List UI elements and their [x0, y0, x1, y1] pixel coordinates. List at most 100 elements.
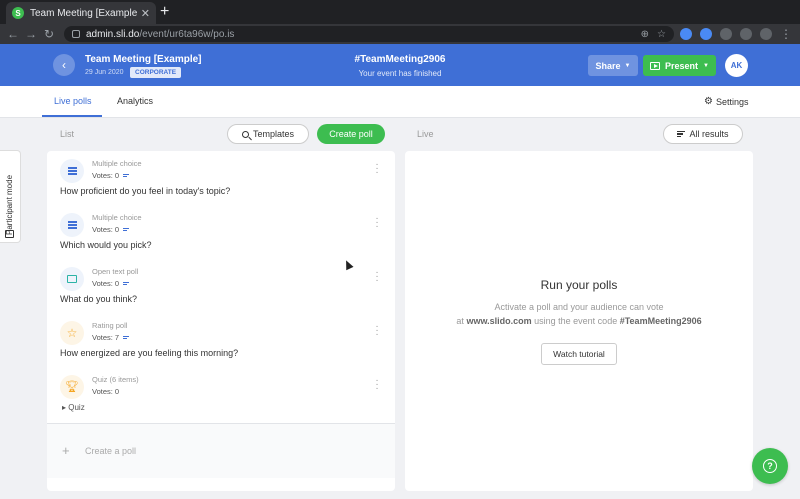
more-options-icon[interactable]: · · ·	[374, 322, 380, 340]
chevron-down-icon: ▼	[703, 62, 709, 69]
extension-icon[interactable]	[700, 28, 712, 40]
settings-button[interactable]: ⚙ Settings	[704, 96, 749, 107]
slido-favicon-icon: S	[12, 7, 24, 19]
poll-item[interactable]: Multiple choice Votes: 0 Which would you…	[47, 205, 395, 259]
gear-icon: ⚙	[704, 96, 713, 107]
templates-button[interactable]: Templates	[227, 124, 309, 144]
browser-menu-icon[interactable]: ⋮	[780, 28, 792, 40]
poll-list: Multiple choice Votes: 0 How proficient …	[47, 151, 395, 491]
poll-votes: Votes: 0	[92, 225, 130, 234]
trophy-icon: 🏆︎	[60, 375, 84, 399]
browser-tab-bar: S Team Meeting [Example] ✕ +	[0, 0, 800, 24]
all-results-button[interactable]: All results	[663, 124, 743, 144]
share-button[interactable]: Share ▼	[588, 55, 638, 76]
results-list-icon	[677, 130, 686, 138]
empty-state-description-line2: at www.slido.com using the event code #T…	[456, 316, 702, 326]
more-options-icon[interactable]: · · ·	[374, 214, 380, 232]
poll-type: Multiple choice	[92, 159, 142, 168]
browser-tab-title: Team Meeting [Example]	[30, 7, 137, 19]
close-tab-icon[interactable]: ✕	[141, 7, 150, 20]
watch-tutorial-button[interactable]: Watch tutorial	[541, 343, 617, 365]
puzzle-extensions-icon[interactable]	[740, 28, 752, 40]
event-title: Team Meeting [Example]	[85, 54, 202, 65]
live-section-label: Live	[417, 129, 434, 139]
star-icon: ☆	[60, 321, 84, 345]
quiz-expand-toggle[interactable]: ▸ Quiz	[62, 403, 85, 412]
results-bars-icon	[123, 336, 130, 339]
settings-label: Settings	[715, 96, 749, 107]
tab-analytics[interactable]: Analytics	[117, 96, 153, 106]
poll-type: Multiple choice	[92, 213, 142, 222]
poll-votes: Votes: 7	[92, 333, 130, 342]
poll-question: What do you think?	[60, 294, 138, 304]
profile-icon[interactable]	[760, 28, 772, 40]
all-results-label: All results	[689, 129, 729, 139]
create-poll-button[interactable]: Create poll	[317, 124, 385, 144]
participant-mode-toggle[interactable]: Participant mode	[0, 150, 21, 243]
sub-navigation: Live polls Analytics ⚙ Settings	[0, 86, 800, 118]
install-app-icon[interactable]: ⊕	[641, 29, 649, 40]
event-status: Your event has finished	[358, 69, 442, 78]
present-screen-icon	[650, 61, 660, 70]
chat-icon	[60, 267, 84, 291]
poll-item[interactable]: Multiple choice Votes: 0 How proficient …	[47, 151, 395, 205]
results-bars-icon	[123, 282, 130, 285]
empty-state-title: Run your polls	[540, 278, 618, 292]
search-icon	[241, 130, 249, 138]
address-bar[interactable]: admin.sli.do/event/ur6ta96w/po.is ⊕ ☆	[64, 26, 674, 42]
new-tab-button[interactable]: +	[160, 3, 169, 21]
url-path: /event/ur6ta96w/po.is	[139, 28, 235, 40]
poll-votes: Votes: 0	[92, 279, 130, 288]
more-options-icon[interactable]: · · ·	[374, 160, 380, 178]
list-icon	[60, 159, 84, 183]
poll-question: How proficient do you feel in today's to…	[60, 186, 231, 196]
plan-badge: CORPORATE	[130, 67, 182, 78]
poll-votes: Votes: 0	[92, 387, 120, 396]
results-bars-icon	[123, 174, 130, 177]
reload-icon[interactable]: ↻	[40, 27, 58, 41]
more-options-icon[interactable]: · · ·	[374, 268, 380, 286]
live-poll-panel: Run your polls Activate a poll and your …	[405, 151, 753, 491]
extension-icon[interactable]	[720, 28, 732, 40]
event-date: 29 Jun 2020	[85, 69, 124, 76]
active-tab-indicator	[42, 115, 102, 117]
poll-type: Open text poll	[92, 267, 139, 276]
bookmark-star-icon[interactable]: ☆	[657, 29, 666, 40]
list-section-label: List	[60, 129, 75, 139]
templates-button-label: Templates	[252, 129, 295, 139]
lock-icon	[72, 30, 80, 38]
list-icon	[60, 213, 84, 237]
share-button-label: Share	[595, 60, 621, 71]
present-button[interactable]: Present ▼	[643, 55, 716, 76]
create-poll-row-label: Create a poll	[85, 446, 137, 456]
results-bars-icon	[123, 228, 130, 231]
avatar[interactable]: AK	[725, 54, 748, 77]
plus-icon: +	[62, 443, 70, 458]
poll-item[interactable]: ☆ Rating poll Votes: 7 How energized are…	[47, 313, 395, 367]
forward-arrow-icon[interactable]: →	[22, 27, 40, 41]
back-button[interactable]: ‹	[53, 54, 75, 76]
back-arrow-icon[interactable]: ←	[4, 27, 22, 41]
poll-item[interactable]: Open text poll Votes: 0 What do you thin…	[47, 259, 395, 313]
poll-type: Rating poll	[92, 321, 128, 330]
chevron-down-icon: ▼	[624, 62, 631, 69]
create-poll-row[interactable]: + Create a poll	[47, 423, 395, 478]
event-header: ‹ Team Meeting [Example] 29 Jun 2020 COR…	[0, 44, 800, 86]
poll-question: Which would you pick?	[60, 240, 152, 250]
poll-votes: Votes: 0	[92, 171, 130, 180]
poll-question: How energized are you feeling this morni…	[60, 348, 239, 358]
help-question-icon: ?	[763, 459, 777, 473]
poll-item[interactable]: 🏆︎ Quiz (6 items) Votes: 0 · · ·	[47, 367, 395, 421]
poll-type: Quiz (6 items)	[92, 375, 139, 384]
participant-mode-label: Participant mode	[5, 174, 14, 235]
url-host: admin.sli.do	[86, 28, 140, 40]
browser-tab[interactable]: S Team Meeting [Example] ✕	[6, 2, 156, 24]
help-button[interactable]: ?	[752, 448, 788, 484]
empty-state-description: Activate a poll and your audience can vo…	[494, 302, 664, 312]
extension-icon[interactable]	[680, 28, 692, 40]
tab-live-polls[interactable]: Live polls	[54, 96, 92, 106]
more-options-icon[interactable]: · · ·	[374, 376, 380, 394]
monitor-icon	[5, 230, 14, 238]
event-code: #TeamMeeting2906	[354, 54, 446, 65]
present-button-label: Present	[665, 60, 699, 71]
